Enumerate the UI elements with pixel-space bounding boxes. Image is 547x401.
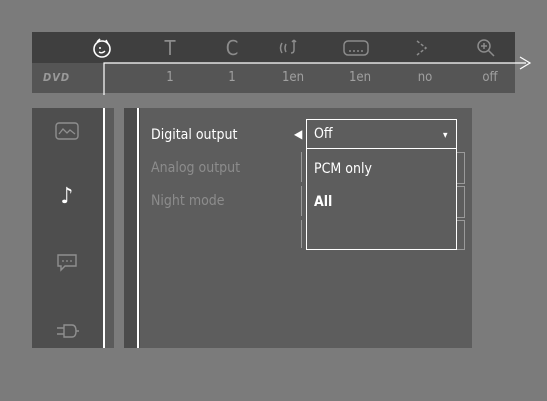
setting-digital-output[interactable]: Digital output: [151, 127, 237, 143]
zoom-value: off: [482, 70, 498, 85]
setting-night-mode[interactable]: Night mode: [151, 193, 225, 209]
dropdown-option-pcm-only[interactable]: PCM only: [314, 161, 372, 177]
side-menu-divider: [103, 108, 105, 348]
extra-value-box: [456, 220, 465, 250]
picture-icon[interactable]: [52, 118, 82, 144]
subtitle-value: 1en: [348, 70, 372, 85]
music-note-icon[interactable]: ♪: [52, 183, 82, 209]
settings-panel-divider: [137, 108, 139, 348]
angle-value: no: [417, 70, 433, 85]
side-menu-column: [32, 108, 103, 348]
dropdown-selected-value[interactable]: Off: [314, 126, 333, 142]
setting-analog-output[interactable]: Analog output: [151, 160, 240, 176]
chapter-value: 1: [228, 70, 236, 85]
plug-icon[interactable]: [52, 318, 82, 344]
speech-bubble-icon[interactable]: [52, 250, 82, 276]
chevron-down-icon[interactable]: ▾: [443, 130, 448, 141]
analog-output-value-box: [456, 152, 465, 184]
selector-arrow-icon: ◀: [294, 127, 303, 141]
dropdown-option-all[interactable]: All: [314, 194, 332, 210]
night-mode-value-box: [456, 186, 465, 218]
title-value: 1: [166, 70, 174, 85]
audio-value: 1en: [281, 70, 305, 85]
dvd-logo: DVD: [43, 71, 71, 84]
